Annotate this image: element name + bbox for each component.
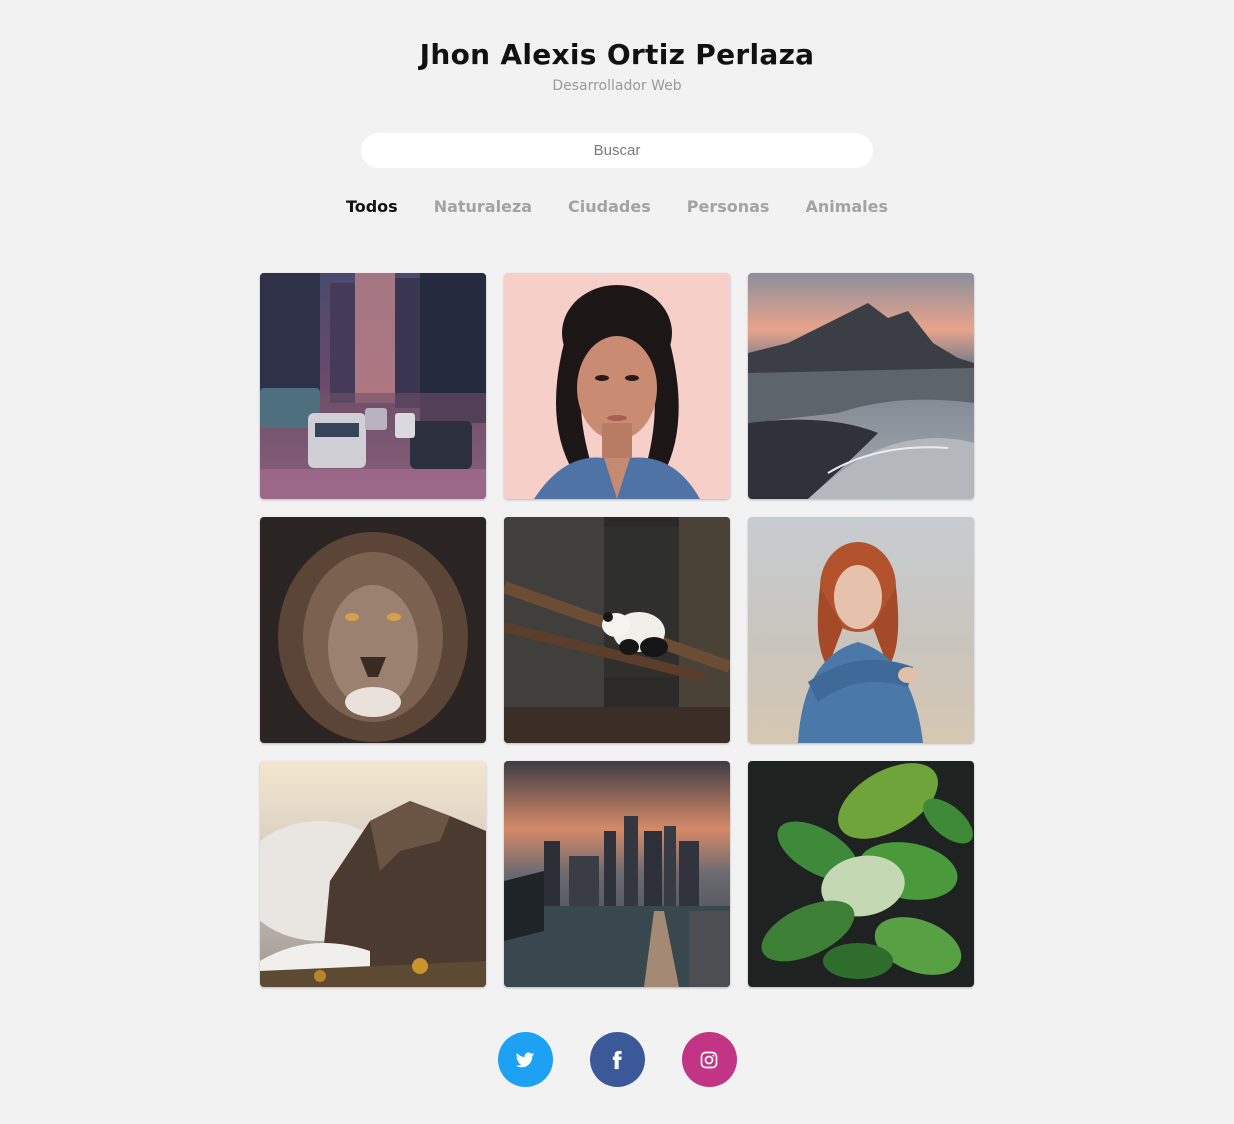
page-subtitle: Desarrollador Web <box>552 78 682 94</box>
gallery-photo-lion[interactable] <box>260 517 486 743</box>
twitter-button[interactable] <box>497 1032 553 1087</box>
facebook-icon <box>612 1050 622 1069</box>
filter-animales[interactable]: Animales <box>805 197 888 216</box>
facebook-button[interactable] <box>589 1032 645 1087</box>
gallery-photo-mountain-beach[interactable] <box>748 273 974 499</box>
search-input[interactable] <box>361 133 873 168</box>
instagram-button[interactable] <box>681 1032 737 1087</box>
filter-naturaleza[interactable]: Naturaleza <box>434 197 532 216</box>
filter-ciudades[interactable]: Ciudades <box>568 197 651 216</box>
photo-gallery <box>260 273 974 987</box>
gallery-photo-cliff-clouds[interactable] <box>260 761 486 987</box>
twitter-icon <box>515 1052 535 1067</box>
gallery-photo-red-haired-woman[interactable] <box>748 517 974 743</box>
gallery-photo-green-leaves[interactable] <box>748 761 974 987</box>
gallery-photo-city-street[interactable] <box>260 273 486 499</box>
gallery-photo-city-skyline[interactable] <box>504 761 730 987</box>
filter-tabs: Todos Naturaleza Ciudades Personas Anima… <box>0 197 1234 216</box>
gallery-photo-woman-portrait[interactable] <box>504 273 730 499</box>
filter-personas[interactable]: Personas <box>687 197 770 216</box>
filter-todos[interactable]: Todos <box>346 197 398 216</box>
social-links <box>0 1032 1234 1087</box>
page-title: Jhon Alexis Ortiz Perlaza <box>419 38 815 71</box>
instagram-icon <box>700 1051 718 1068</box>
gallery-photo-panda[interactable] <box>504 517 730 743</box>
page: Jhon Alexis Ortiz Perlaza Desarrollador … <box>0 0 1234 1124</box>
